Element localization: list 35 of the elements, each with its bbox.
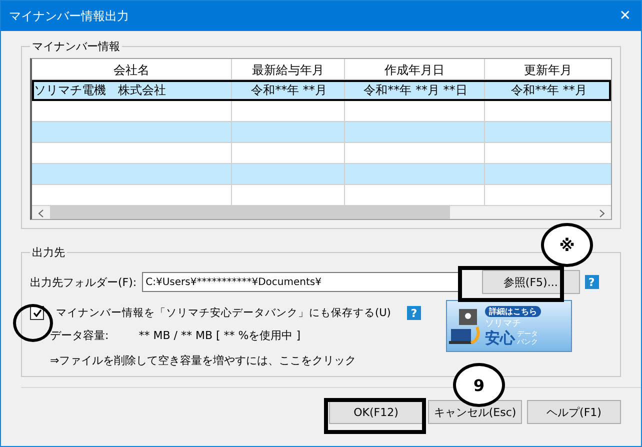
help-icon[interactable]: ?	[406, 306, 421, 320]
callout-bubble: 9	[453, 363, 505, 407]
banner-brand-text: ソリマチ	[485, 318, 522, 330]
scroll-left-icon[interactable]	[38, 208, 44, 218]
column-header[interactable]: 会社名	[32, 59, 232, 79]
cleanup-link[interactable]: ⇒ファイルを削除して空き容量を増やすには、ここをクリック	[50, 353, 421, 368]
group-label: マイナンバー情報	[31, 39, 121, 54]
column-header[interactable]: 作成年月日	[345, 59, 485, 79]
close-button[interactable]: ✕	[619, 8, 631, 24]
column-header[interactable]: 更新年月	[485, 59, 611, 79]
column-header[interactable]: 最新給与年月	[232, 59, 345, 79]
scroll-thumb[interactable]	[50, 206, 450, 219]
table-cell: 令和**年 **月 **日	[345, 80, 485, 100]
table-cell: 令和**年 **月	[485, 80, 611, 100]
capacity-value: ** MB / ** MB [ ** %を使用中 ]	[138, 328, 301, 343]
browse-button[interactable]: 参照(F5)...	[482, 270, 580, 294]
folder-label: 出力先フォルダー(F):	[30, 274, 137, 290]
capacity-label: データ容量:	[50, 328, 109, 343]
checkmark-icon	[32, 309, 42, 317]
folder-field[interactable]: C:¥Users¥***********¥Documents¥	[142, 272, 460, 292]
scroll-right-icon[interactable]	[599, 208, 605, 218]
dialog-button[interactable]: キャンセル(Esc)	[428, 400, 522, 424]
horizontal-scrollbar[interactable]	[32, 206, 611, 219]
table-row[interactable]: ソリマチ電機 株式会社 令和**年 **月 令和**年 **月 **日 令和**年 **月	[32, 80, 611, 101]
dialog-button[interactable]: ヘルプ(F1)	[527, 400, 621, 424]
banner-title-text: 安心	[485, 330, 515, 346]
callout-bubble: ※	[541, 223, 593, 267]
save-option-label: マイナンバー情報を「ソリマチ安心データバンク」にも保存する(U)	[56, 306, 391, 320]
table-cell: 令和**年 **月	[232, 80, 345, 100]
window-title: マイナンバー情報出力	[9, 8, 129, 24]
help-icon[interactable]: ?	[584, 275, 599, 289]
dialog-button[interactable]: OK(F12)	[329, 400, 423, 424]
banner-details-text: 詳細はこちら	[485, 306, 541, 317]
table-cell: ソリマチ電機 株式会社	[32, 80, 232, 100]
group-label: 出力先	[31, 245, 66, 260]
